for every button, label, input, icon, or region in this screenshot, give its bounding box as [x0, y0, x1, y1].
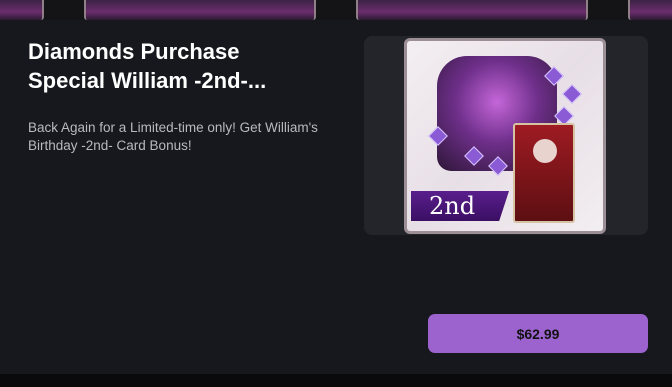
offer-image: 2nd: [404, 38, 606, 234]
character-portrait: [533, 139, 557, 163]
previous-thumbnail[interactable]: [628, 0, 672, 20]
character-card-graphic: [513, 123, 575, 223]
offer-description: Back Again for a Limited-time only! Get …: [28, 120, 318, 153]
previous-row-strip: [0, 0, 672, 20]
previous-thumbnail[interactable]: [84, 0, 316, 20]
previous-thumbnail[interactable]: [356, 0, 588, 20]
previous-thumbnail[interactable]: [0, 0, 44, 20]
offer-image-container: 2nd: [364, 36, 648, 235]
purchase-button[interactable]: $62.99: [428, 314, 648, 353]
offer-title: Diamonds Purchase Special William -2nd-.…: [28, 39, 267, 93]
badge-label: 2nd: [429, 192, 476, 220]
next-row-strip: [0, 374, 672, 387]
diamond-icon: [562, 84, 582, 104]
